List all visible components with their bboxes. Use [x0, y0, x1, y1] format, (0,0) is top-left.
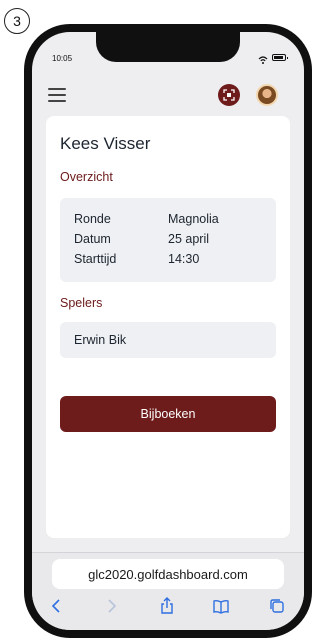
user-avatar[interactable] — [256, 84, 278, 106]
phone-frame: 10:05 Kees Visser Overzicht Ronde Magnol… — [24, 24, 312, 638]
hamburger-menu-icon[interactable] — [48, 88, 66, 102]
booking-player-name: Kees Visser — [60, 134, 151, 153]
bookmarks-icon[interactable] — [212, 597, 230, 615]
detail-label: Starttijd — [74, 252, 117, 266]
player-list-item: Erwin Bik — [74, 333, 127, 347]
forward-icon[interactable] — [102, 597, 120, 615]
step-number-badge: 3 — [4, 8, 30, 34]
back-icon[interactable] — [48, 597, 66, 615]
detail-value: 14:30 — [168, 252, 200, 266]
players-list: Erwin Bik — [60, 322, 276, 358]
booking-card: Kees Visser Overzicht Ronde Magnolia Dat… — [46, 116, 290, 538]
detail-label: Ronde — [74, 212, 111, 226]
book-button[interactable]: Bijboeken — [60, 396, 276, 432]
status-time: 10:05 — [52, 54, 73, 63]
app-header — [32, 78, 304, 114]
tabs-icon[interactable] — [268, 597, 286, 615]
detail-value: Magnolia — [168, 212, 219, 226]
detail-value: 25 april — [168, 232, 209, 246]
browser-toolbar: glc2020.golfdashboard.com — [32, 552, 304, 630]
detail-label: Datum — [74, 232, 111, 246]
address-bar[interactable]: glc2020.golfdashboard.com — [52, 559, 284, 589]
phone-screen: 10:05 Kees Visser Overzicht Ronde Magnol… — [32, 32, 304, 630]
share-icon[interactable] — [158, 597, 176, 615]
battery-icon — [272, 54, 288, 61]
wifi-icon — [258, 52, 268, 64]
overview-details: Ronde Magnolia Datum 25 april Starttijd … — [60, 198, 276, 282]
qr-scan-icon[interactable] — [218, 84, 240, 106]
phone-notch — [96, 32, 240, 62]
overview-heading: Overzicht — [60, 170, 113, 184]
players-heading: Spelers — [60, 296, 103, 310]
